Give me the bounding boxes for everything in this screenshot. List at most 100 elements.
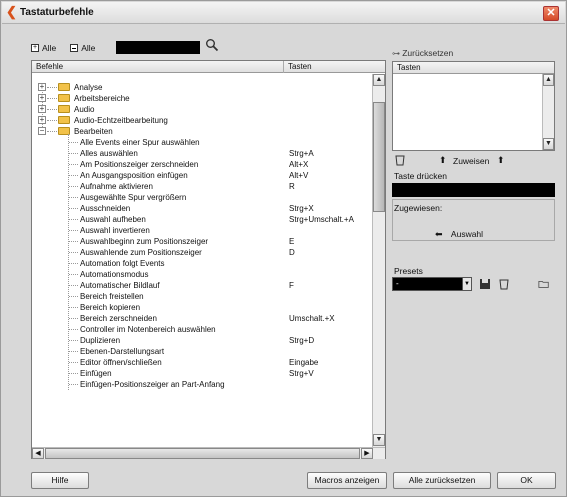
scroll-down-icon[interactable]: ▼ xyxy=(373,434,385,446)
window-title: Tastaturbefehle xyxy=(20,7,94,18)
reset-all-button[interactable]: Alle zurücksetzen xyxy=(393,472,491,489)
command-row[interactable]: Bereich kopieren xyxy=(32,302,372,313)
command-label: Am Positionszeiger zerschneiden xyxy=(80,160,199,169)
collapse-icon[interactable]: − xyxy=(38,127,46,135)
command-row[interactable]: Ausgewählte Spur vergrößern xyxy=(32,192,372,203)
command-label: Duplizieren xyxy=(80,336,121,345)
scroll-up-icon[interactable]: ▲ xyxy=(373,74,385,86)
tree-branch-line xyxy=(47,120,57,121)
keyboard-shortcuts-dialog: ❮ Tastaturbefehle ✕ + Alle Alle Befehle … xyxy=(0,0,567,497)
tree-branch-line xyxy=(69,208,78,209)
command-row[interactable]: Auswahlende zum Positionszeiger D xyxy=(32,247,372,258)
tree-branch-line xyxy=(69,230,78,231)
arrow-left-icon: ⬅ xyxy=(435,229,443,239)
scroll-left-icon[interactable]: ◀ xyxy=(32,448,44,459)
keys-list-scrollbar[interactable]: ▲ ▼ xyxy=(542,74,554,150)
expand-icon[interactable]: + xyxy=(38,94,46,102)
horizontal-scrollbar[interactable]: ◀ ▶ xyxy=(32,447,385,459)
folder-label: Arbeitsbereiche xyxy=(74,94,130,103)
tree-branch-line xyxy=(69,274,78,275)
close-button[interactable]: ✕ xyxy=(543,6,559,21)
tree-folder[interactable]: − Bearbeiten xyxy=(32,126,372,137)
column-header-keys[interactable]: Tasten xyxy=(288,62,312,71)
command-row[interactable]: Bereich zerschneiden Umschalt.+X xyxy=(32,313,372,324)
tree-branch-line xyxy=(69,373,78,374)
vertical-scrollbar[interactable]: ▲ ▼ xyxy=(372,74,385,447)
press-key-field[interactable] xyxy=(392,183,555,197)
collapse-all-icon[interactable] xyxy=(70,44,79,52)
tree-branch-line xyxy=(69,285,78,286)
assign-button[interactable]: Zuweisen xyxy=(453,156,489,166)
help-button[interactable]: Hilfe xyxy=(31,472,89,489)
command-row[interactable]: Am Positionszeiger zerschneiden Alt+X xyxy=(32,159,372,170)
save-icon[interactable] xyxy=(479,278,491,290)
presets-value: - xyxy=(396,279,399,288)
tree-branch-line xyxy=(69,362,78,363)
tree-branch-line xyxy=(69,175,78,176)
keys-scroll-up-icon[interactable]: ▲ xyxy=(543,74,554,86)
command-row[interactable]: An Ausgangsposition einfügen Alt+V xyxy=(32,170,372,181)
tree-branch-line xyxy=(69,252,78,253)
command-row[interactable]: Automatischer Bildlauf F xyxy=(32,280,372,291)
command-row[interactable]: Controller im Notenbereich auswählen xyxy=(32,324,372,335)
command-row[interactable]: Editor öffnen/schließen Eingabe xyxy=(32,357,372,368)
reset-button[interactable]: ⊶ Zurücksetzen xyxy=(392,48,453,58)
command-row[interactable]: Alle Events einer Spur auswählen xyxy=(32,137,372,148)
command-row[interactable]: Automationsmodus xyxy=(32,269,372,280)
command-label: Automationsmodus xyxy=(80,270,149,279)
scroll-right-icon[interactable]: ▶ xyxy=(361,448,373,459)
command-row[interactable]: Duplizieren Strg+D xyxy=(32,335,372,346)
command-row[interactable]: Einfügen-Positionszeiger an Part-Anfang xyxy=(32,379,372,390)
delete-icon[interactable] xyxy=(395,155,405,166)
delete-preset-icon[interactable] xyxy=(498,278,510,290)
search-icon[interactable] xyxy=(205,38,219,52)
command-row[interactable]: Auswahl invertieren xyxy=(32,225,372,236)
expand-icon[interactable]: + xyxy=(38,83,46,91)
collapse-all-label[interactable]: Alle xyxy=(81,43,95,53)
expand-icon[interactable]: + xyxy=(38,116,46,124)
chevron-down-icon[interactable]: ▼ xyxy=(462,278,471,290)
command-list: Befehle Tasten + Analyse + Arbeitsbereiche +… xyxy=(31,60,386,459)
expand-all-icon[interactable]: + xyxy=(31,44,39,52)
search-input[interactable] xyxy=(116,41,200,54)
app-icon: ❮ xyxy=(6,4,17,19)
tree-branch-line xyxy=(47,98,57,99)
column-header-commands[interactable]: Befehle xyxy=(36,62,63,71)
command-label: Controller im Notenbereich auswählen xyxy=(80,325,216,334)
command-row[interactable]: Ausschneiden Strg+X xyxy=(32,203,372,214)
tree-folder[interactable]: + Audio xyxy=(32,104,372,115)
tree-branch-line xyxy=(69,329,78,330)
tree-folder[interactable]: + Audio-Echtzeitbearbeitung xyxy=(32,115,372,126)
command-label: Bereich freistellen xyxy=(80,292,144,301)
presets-select[interactable]: - ▼ xyxy=(392,277,472,291)
command-label: Bereich zerschneiden xyxy=(80,314,157,323)
command-row[interactable]: Automation folgt Events xyxy=(32,258,372,269)
command-label: Alles auswählen xyxy=(80,149,138,158)
command-row[interactable]: Auswahlbeginn zum Positionszeiger E xyxy=(32,236,372,247)
expand-icon[interactable]: + xyxy=(38,105,46,113)
select-button[interactable]: ⬅ Auswahl xyxy=(435,229,483,240)
hscroll-thumb[interactable] xyxy=(45,448,360,459)
show-macros-button[interactable]: Macros anzeigen xyxy=(307,472,387,489)
list-header: Befehle Tasten xyxy=(32,61,385,73)
command-row[interactable]: Bereich freistellen xyxy=(32,291,372,302)
folder-open-icon[interactable] xyxy=(538,278,550,290)
tree-folder[interactable]: + Analyse xyxy=(32,82,372,93)
command-row[interactable]: Einfügen Strg+V xyxy=(32,368,372,379)
keys-scroll-down-icon[interactable]: ▼ xyxy=(543,138,554,150)
command-row[interactable]: Alles auswählen Strg+A xyxy=(32,148,372,159)
expand-all-label[interactable]: Alle xyxy=(42,43,56,53)
tree-branch-line xyxy=(69,340,78,341)
folder-label: Audio xyxy=(74,105,95,114)
ok-button[interactable]: OK xyxy=(497,472,556,489)
command-row[interactable]: Aufnahme aktivieren R xyxy=(32,181,372,192)
tree-branch-line xyxy=(69,307,78,308)
command-key: Strg+Umschalt.+A xyxy=(289,215,354,224)
command-label: Bereich kopieren xyxy=(80,303,141,312)
command-row[interactable]: Auswahl aufheben Strg+Umschalt.+A xyxy=(32,214,372,225)
command-row[interactable]: Ebenen-Darstellungsart xyxy=(32,346,372,357)
arrow-up-icon: ⬆ xyxy=(439,155,447,165)
tree-folder[interactable]: + Arbeitsbereiche xyxy=(32,93,372,104)
column-divider[interactable] xyxy=(283,61,284,73)
scroll-thumb[interactable] xyxy=(373,102,385,212)
